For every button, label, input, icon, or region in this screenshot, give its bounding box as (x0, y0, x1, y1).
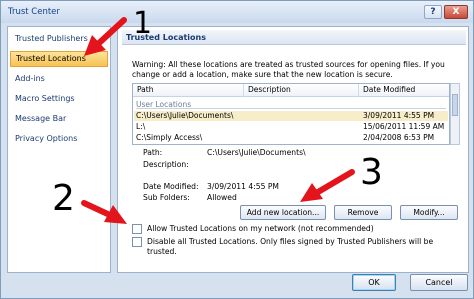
arrow-1-icon (84, 17, 127, 56)
arrow-3-icon (300, 169, 355, 202)
annotation-arrows (81, 17, 355, 224)
arrow-2-icon (81, 200, 127, 224)
